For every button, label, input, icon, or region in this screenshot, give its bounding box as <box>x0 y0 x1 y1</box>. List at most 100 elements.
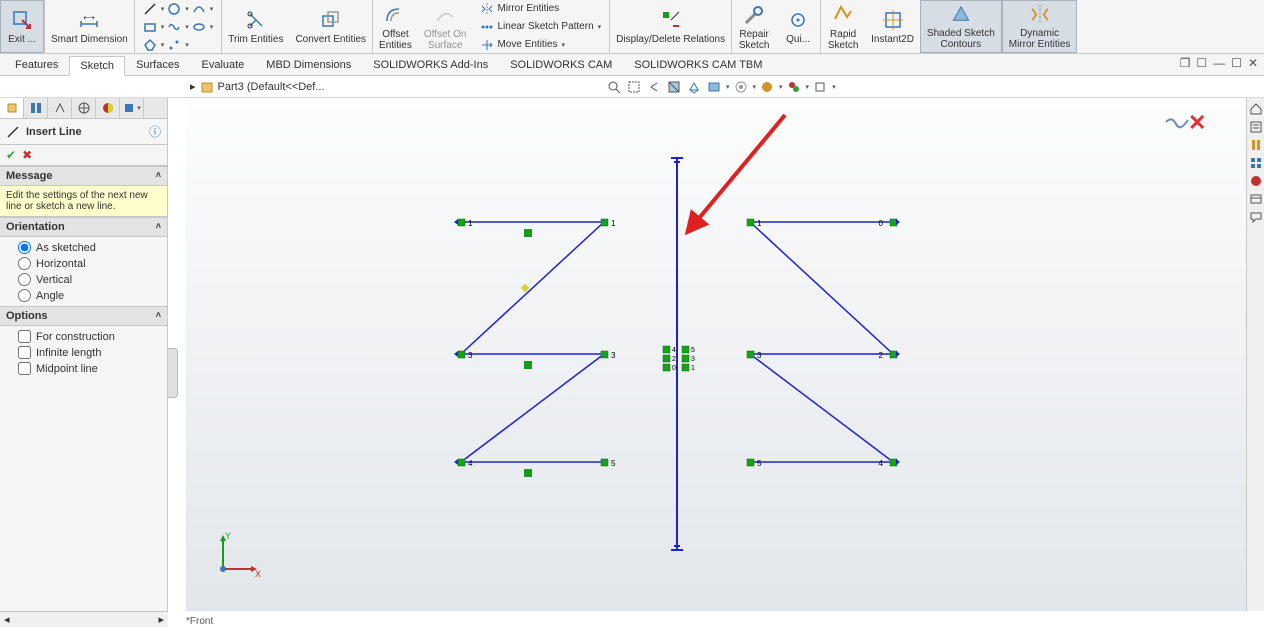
pm-tab-display[interactable] <box>96 98 120 118</box>
custom-props-icon[interactable] <box>1249 192 1263 206</box>
pm-tab-config[interactable] <box>48 98 72 118</box>
instant2d-button[interactable]: Instant2D <box>865 0 920 53</box>
collapse-handle[interactable] <box>168 348 178 398</box>
zoom-area-icon[interactable] <box>625 79 643 95</box>
display-relations-button[interactable]: Display/Delete Relations <box>610 0 731 53</box>
smart-dimension-button[interactable]: ⟷ Smart Dimension <box>45 0 134 53</box>
svg-text:4: 4 <box>468 459 473 468</box>
win-close[interactable]: ✕ <box>1248 56 1258 70</box>
scroll-right[interactable]: ▸ <box>154 613 168 626</box>
pm-title: Insert Line <box>26 126 82 138</box>
pattern-label: Linear Sketch Pattern <box>497 21 593 32</box>
library-icon[interactable] <box>1249 138 1263 152</box>
sketch-canvas[interactable]: 1 1 3 3 4 5 1 0 3 2 5 4 4 5 <box>186 98 1246 611</box>
disp-drop[interactable]: ▾ <box>726 83 730 91</box>
ok-button[interactable]: ✔ <box>6 148 16 162</box>
view-orient-icon[interactable] <box>685 79 703 95</box>
appear-drop[interactable]: ▾ <box>806 83 810 91</box>
rect-tool[interactable]: ▾ ▾ ▾ <box>139 19 218 35</box>
orient-as-sketched[interactable]: As sketched <box>18 241 163 254</box>
sketch-entity-group: ▾ ▾ ▾ ▾ ▾ ▾ ▾ ▾ <box>135 0 222 53</box>
confirm-corner-ok[interactable] <box>1164 114 1192 134</box>
svg-text:1: 1 <box>757 219 762 228</box>
offset-entities-button[interactable]: Offset Entities <box>373 0 418 53</box>
appearance-icon[interactable] <box>785 79 803 95</box>
trim-entities-button[interactable]: Trim Entities <box>222 0 289 53</box>
breadcrumb-part[interactable]: Part3 (Default<<Def... <box>218 81 325 93</box>
tab-mbd[interactable]: MBD Dimensions <box>255 55 362 75</box>
tab-camtbm[interactable]: SOLIDWORKS CAM TBM <box>623 55 773 75</box>
scene-icon[interactable] <box>758 79 776 95</box>
message-header[interactable]: Message˄ <box>0 166 167 186</box>
orient-horizontal[interactable]: Horizontal <box>18 257 163 270</box>
svg-text:0: 0 <box>672 365 676 372</box>
sub-restore[interactable]: ❐ <box>1180 56 1191 70</box>
offset-surf-label: Offset On Surface <box>424 29 467 51</box>
exit-sketch-button[interactable]: Exit ... <box>0 0 44 53</box>
opt-infinite[interactable]: Infinite length <box>18 346 163 359</box>
repair-sketch-button[interactable]: Repair Sketch <box>732 0 776 53</box>
quick-snaps-button[interactable]: Qui... <box>776 0 820 53</box>
home-icon[interactable] <box>1249 102 1263 116</box>
pm-tab-dim[interactable] <box>72 98 96 118</box>
tab-sketch[interactable]: Sketch <box>69 56 125 76</box>
mirror-entities-button[interactable]: Mirror Entities <box>476 1 605 17</box>
svg-text:1: 1 <box>611 219 616 228</box>
tab-addins[interactable]: SOLIDWORKS Add-Ins <box>362 55 499 75</box>
orientation-header[interactable]: Orientation˄ <box>0 217 167 237</box>
poly-tool[interactable]: ▾ ▾ <box>139 37 218 53</box>
tab-features[interactable]: Features <box>4 55 69 75</box>
opt-midpoint[interactable]: Midpoint line <box>18 362 163 375</box>
cancel-button[interactable]: ✖ <box>22 148 32 162</box>
help-icon[interactable]: ⓘ <box>149 123 161 140</box>
tab-cam[interactable]: SOLIDWORKS CAM <box>499 55 623 75</box>
panel-scrollbar[interactable]: ◂ ▸ <box>0 611 168 627</box>
hideshow-drop[interactable]: ▾ <box>753 83 757 91</box>
orient-vertical[interactable]: Vertical <box>18 273 163 286</box>
linear-pattern-button[interactable]: Linear Sketch Pattern▾ <box>476 19 605 35</box>
scroll-left[interactable]: ◂ <box>0 613 14 626</box>
move-entities-button[interactable]: Move Entities▾ <box>476 37 605 53</box>
panel-splitter[interactable] <box>168 98 186 611</box>
pm-tab-props[interactable] <box>24 98 48 118</box>
line-tool[interactable]: ▾ ▾ ▾ <box>139 1 218 17</box>
svg-text:5: 5 <box>611 459 616 468</box>
prev-view-icon[interactable] <box>645 79 663 95</box>
orient-angle[interactable]: Angle <box>18 289 163 302</box>
window-controls: ❐ ☐ ― ☐ ✕ <box>1180 56 1258 70</box>
zoom-fit-icon[interactable] <box>605 79 623 95</box>
settings-drop[interactable]: ▾ <box>832 83 836 91</box>
opt-construction[interactable]: For construction <box>18 330 163 343</box>
trim-label: Trim Entities <box>228 34 283 45</box>
smart-dim-label: Smart Dimension <box>51 34 128 45</box>
svg-text:5: 5 <box>757 459 762 468</box>
forum-icon[interactable] <box>1249 210 1263 224</box>
settings-icon[interactable] <box>811 79 829 95</box>
section-view-icon[interactable] <box>665 79 683 95</box>
tab-evaluate[interactable]: Evaluate <box>190 55 255 75</box>
win-min[interactable]: ― <box>1213 56 1225 70</box>
win-max[interactable]: ☐ <box>1231 56 1242 70</box>
scene-drop[interactable]: ▾ <box>779 83 783 91</box>
shaded-contours-button[interactable]: Shaded Sketch Contours <box>920 0 1002 53</box>
dynamic-mirror-button[interactable]: Dynamic Mirror Entities <box>1002 0 1078 53</box>
sub-max[interactable]: ☐ <box>1196 56 1207 70</box>
pm-tab-more[interactable]: ▾ <box>120 98 144 118</box>
svg-text:2: 2 <box>672 356 676 363</box>
hide-show-icon[interactable] <box>732 79 750 95</box>
triad[interactable]: Y X <box>211 531 261 581</box>
display-style-icon[interactable] <box>705 79 723 95</box>
pm-confirm-row: ✔ ✖ <box>0 145 167 166</box>
options-header[interactable]: Options˄ <box>0 306 167 326</box>
resources-icon[interactable] <box>1249 120 1263 134</box>
graphics-area[interactable]: 1 1 3 3 4 5 1 0 3 2 5 4 4 5 <box>186 98 1246 611</box>
tab-surfaces[interactable]: Surfaces <box>125 55 190 75</box>
breadcrumb-expand[interactable]: ▸ <box>190 80 196 93</box>
convert-entities-button[interactable]: Convert Entities <box>289 0 372 53</box>
appearances-icon[interactable] <box>1249 174 1263 188</box>
pm-tab-feature[interactable] <box>0 98 24 118</box>
view-palette-icon[interactable] <box>1249 156 1263 170</box>
quick-label: Qui... <box>786 34 810 45</box>
svg-text:4: 4 <box>672 347 676 354</box>
rapid-sketch-button[interactable]: Rapid Sketch <box>821 0 865 53</box>
